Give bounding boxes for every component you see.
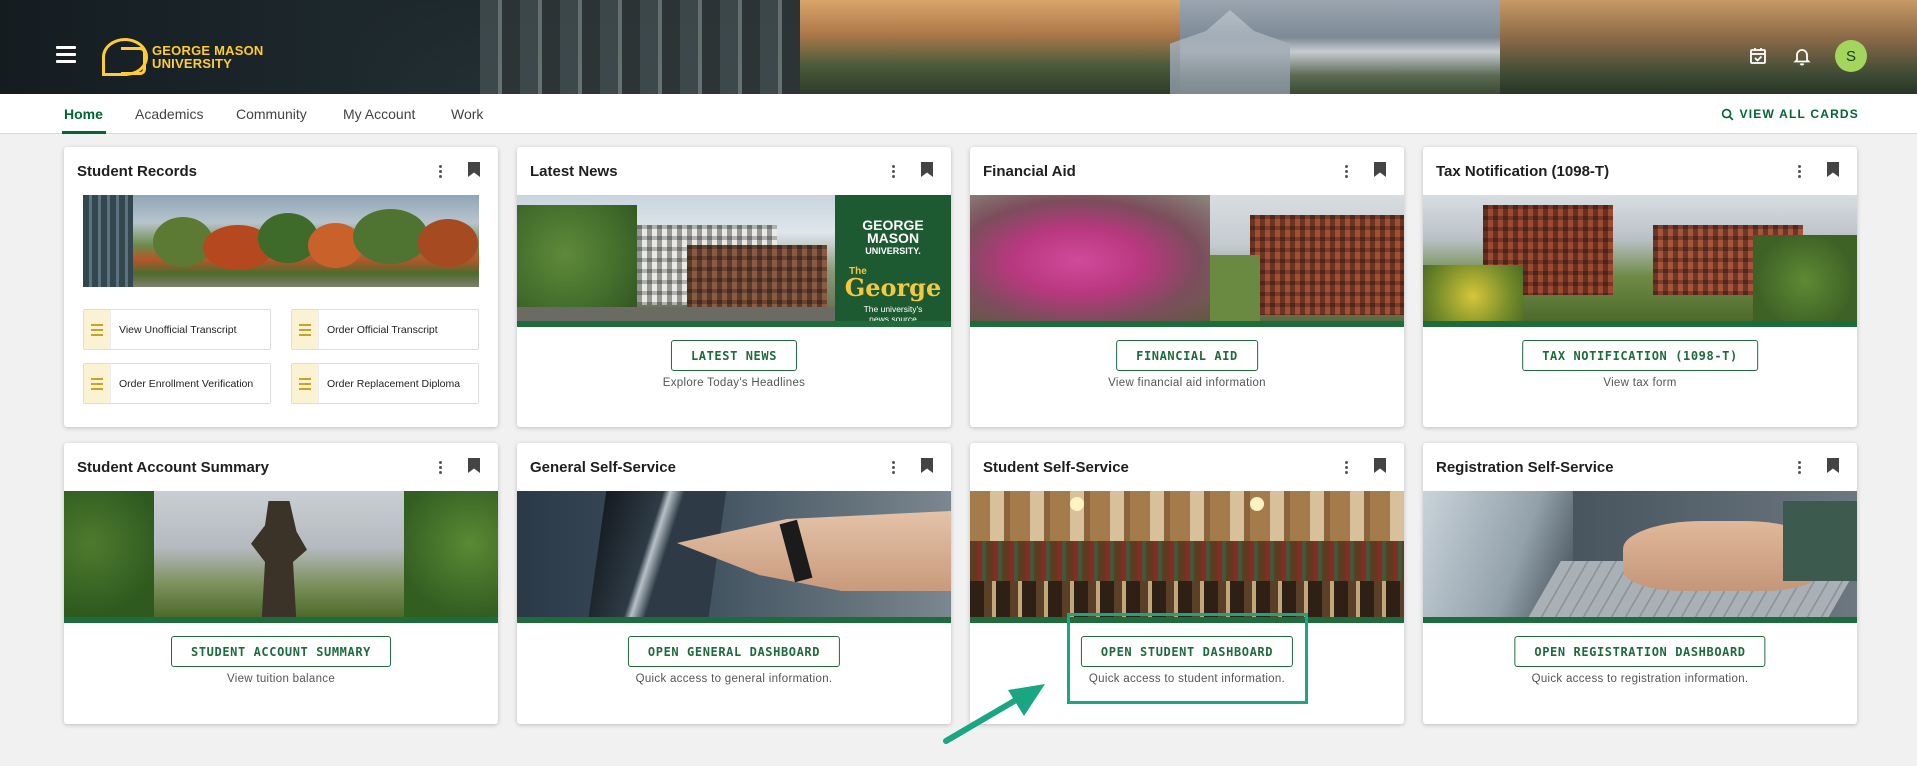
list-icon [292,310,319,349]
open-general-dashboard-button[interactable]: OPEN GENERAL DASHBOARD [627,636,841,667]
the-george-promo: GEORGE MASON UNIVERSITY. The George The … [835,195,951,321]
active-tab-indicator [62,131,106,134]
card-student-records: Student Records View Unofficial Transcri… [64,147,498,427]
more-options-icon[interactable] [1338,458,1354,476]
card-tax-notification: Tax Notification (1098-T) TAX NOTIFICATI… [1423,147,1857,427]
pointer-arrow-icon [943,684,1045,744]
card-financial-aid: Financial Aid FINANCIAL AID View financi… [970,147,1404,427]
gm-monogram-icon [102,38,148,76]
more-options-icon[interactable] [1791,162,1807,180]
card-title: Student Self-Service [983,459,1129,476]
link-label: Order Official Transcript [327,323,438,336]
view-all-cards-link[interactable]: VIEW ALL CARDS [1721,107,1859,121]
promo-line2: MASON [866,230,920,246]
calendar-check-icon[interactable] [1747,45,1769,67]
card-registration-self-service: Registration Self-Service OPEN REGISTRAT… [1423,443,1857,724]
card-title: Student Account Summary [77,459,269,476]
promo-george: George [844,273,942,302]
card-description: Quick access to general information. [635,673,833,685]
tax-notification-image [1423,195,1857,327]
more-options-icon[interactable] [432,162,448,180]
card-general-self-service: General Self-Service OPEN GENERAL DASHBO… [517,443,951,724]
order-official-transcript-link[interactable]: Order Official Transcript [291,309,479,350]
more-options-icon[interactable] [432,458,448,476]
more-options-icon[interactable] [1791,458,1807,476]
highlight-box [1067,613,1308,704]
tab-academics[interactable]: Academics [135,106,203,122]
promo-tag2: news source [869,314,917,324]
library-image [970,491,1404,623]
card-description: View tuition balance [226,673,336,685]
card-title: Financial Aid [983,163,1076,180]
promo-tag1: The university's [863,304,923,314]
bookmark-icon[interactable] [921,458,933,473]
bookmark-icon[interactable] [1374,162,1386,177]
financial-aid-image [970,195,1404,327]
banner-image-columns [480,0,800,94]
banner-image-sunset [800,0,1180,94]
bookmark-icon[interactable] [1374,458,1386,473]
more-options-icon[interactable] [885,162,901,180]
tab-my-account[interactable]: My Account [343,106,415,122]
card-title: Tax Notification (1098-T) [1436,163,1610,180]
list-icon [84,364,111,403]
card-description: View financial aid information [1108,377,1266,389]
card-student-account-summary: Student Account Summary STUDENT ACCOUNT … [64,443,498,724]
header-banner: GEORGE MASON UNIVERSITY S [0,0,1917,94]
view-unofficial-transcript-link[interactable]: View Unofficial Transcript [83,309,271,350]
tab-work[interactable]: Work [451,106,483,122]
financial-aid-button[interactable]: FINANCIAL AID [1116,340,1258,371]
bell-icon[interactable] [1791,45,1813,67]
laptop-typing-image [1423,491,1857,623]
menu-icon[interactable] [56,46,76,64]
campus-image [83,195,479,287]
card-description: Quick access to registration information… [1531,673,1749,685]
more-options-icon[interactable] [885,458,901,476]
order-enrollment-verification-link[interactable]: Order Enrollment Verification [83,363,271,404]
list-icon [84,310,111,349]
student-account-summary-button[interactable]: STUDENT ACCOUNT SUMMARY [171,636,391,667]
logo-line2: UNIVERSITY [152,56,233,71]
open-registration-dashboard-button[interactable]: OPEN REGISTRATION DASHBOARD [1514,636,1766,667]
list-icon [292,364,319,403]
tax-notification-button[interactable]: TAX NOTIFICATION (1098-T) [1522,340,1758,371]
bookmark-icon[interactable] [468,162,480,177]
card-title: Latest News [530,163,618,180]
statue-image [64,491,498,623]
avatar[interactable]: S [1835,40,1867,72]
header-actions: S [1725,40,1867,72]
gmu-logo[interactable]: GEORGE MASON UNIVERSITY [102,38,263,76]
card-description: Explore Today's Headlines [662,377,806,389]
card-description: View tax form [1603,377,1677,389]
card-title: Student Records [77,163,198,180]
tablet-touch-image [517,491,951,623]
latest-news-button[interactable]: LATEST NEWS [670,340,798,371]
link-label: Order Enrollment Verification [119,377,254,390]
bookmark-icon[interactable] [921,162,933,177]
tab-home[interactable]: Home [64,106,103,122]
link-label: View Unofficial Transcript [119,323,237,336]
news-image: GEORGE MASON UNIVERSITY. The George The … [517,195,951,327]
logo-text: GEORGE MASON UNIVERSITY [152,44,263,70]
bookmark-icon[interactable] [1827,458,1839,473]
tab-community[interactable]: Community [236,106,307,122]
bookmark-icon[interactable] [468,458,480,473]
promo-line3: UNIVERSITY. [865,246,921,256]
card-title: Registration Self-Service [1436,459,1614,476]
more-options-icon[interactable] [1338,162,1354,180]
order-replacement-diploma-link[interactable]: Order Replacement Diploma [291,363,479,404]
tab-bar: Home Academics Community My Account Work… [0,94,1917,134]
card-latest-news: Latest News GEORGE MASON UNIVERSITY. The… [517,147,951,427]
bookmark-icon[interactable] [1827,162,1839,177]
search-icon [1721,108,1734,120]
card-title: General Self-Service [530,459,676,476]
view-all-cards-label: VIEW ALL CARDS [1739,107,1859,121]
link-label: Order Replacement Diploma [327,377,461,390]
